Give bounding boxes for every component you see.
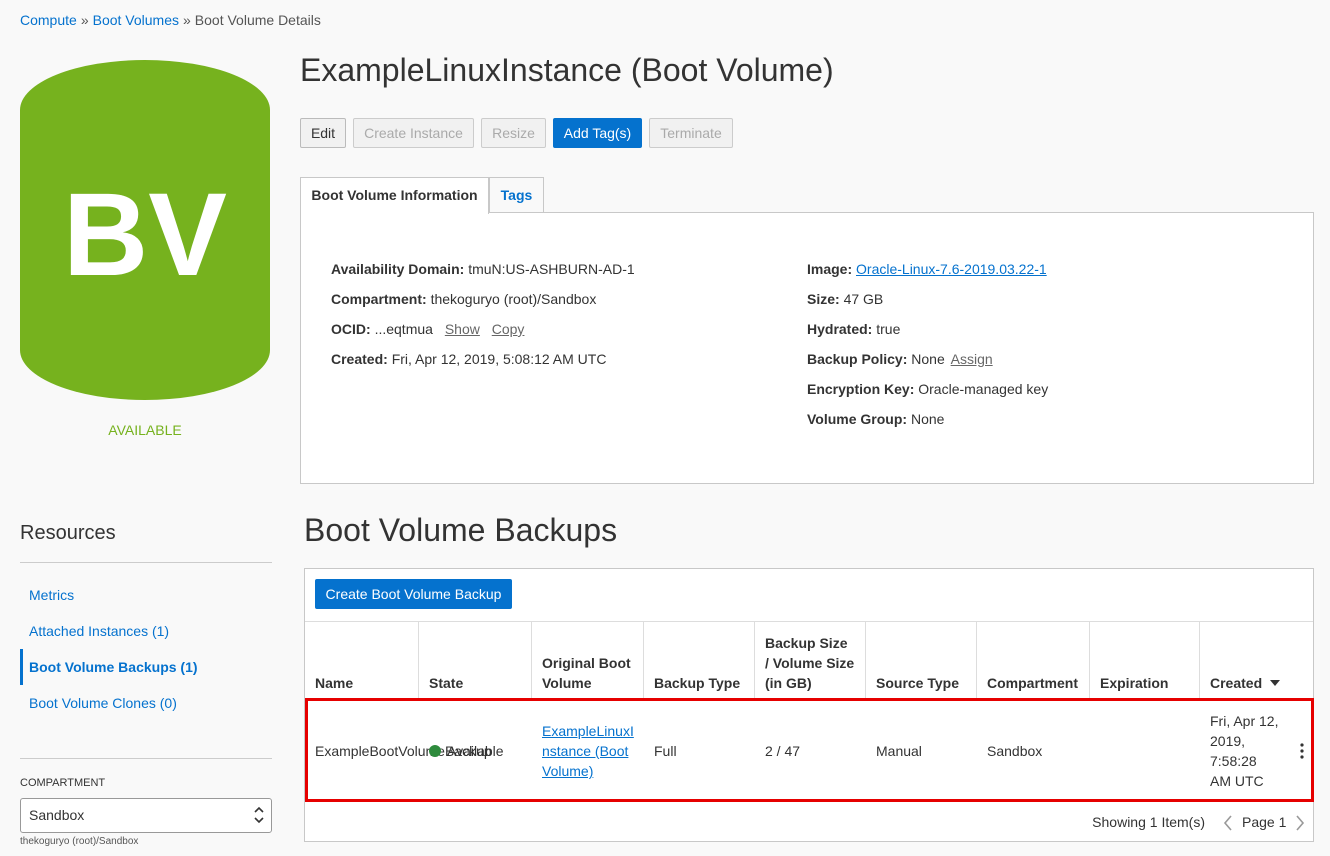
tab-tags[interactable]: Tags [489, 177, 544, 213]
sidebar-item-metrics[interactable]: Metrics [20, 577, 272, 613]
created-row: Created: Fri, Apr 12, 2019, 5:08:12 AM U… [331, 351, 606, 367]
column-header-original-boot-volume[interactable]: Original Boot Volume [532, 621, 644, 701]
backup-policy-value: None [911, 351, 945, 367]
column-header-compartment[interactable]: Compartment [977, 621, 1090, 701]
create-instance-button[interactable]: Create Instance [353, 118, 474, 148]
breadcrumb-separator: » [183, 12, 191, 28]
select-arrows-icon [254, 806, 264, 824]
resize-button[interactable]: Resize [481, 118, 546, 148]
availability-domain-value: tmuN:US-ASHBURN-AD-1 [468, 261, 635, 277]
column-header-backup-size[interactable]: Backup Size / Volume Size (in GB) [755, 621, 866, 701]
row-highlight [305, 698, 1314, 802]
boot-volume-info-panel: Availability Domain: tmuN:US-ASHBURN-AD-… [300, 212, 1314, 484]
hydrated-row: Hydrated: true [807, 321, 900, 337]
compartment-label: Compartment: [331, 291, 427, 307]
breadcrumb-separator: » [80, 12, 89, 28]
backup-policy-assign-link[interactable]: Assign [951, 351, 993, 367]
showing-count: Showing 1 Item(s) [1092, 814, 1205, 830]
create-boot-volume-backup-button[interactable]: Create Boot Volume Backup [315, 579, 512, 609]
backups-section-title: Boot Volume Backups [304, 512, 618, 548]
next-page-icon[interactable] [1295, 815, 1305, 831]
compartment-row: Compartment: thekoguryo (root)/Sandbox [331, 291, 596, 307]
boot-volume-icon-letters: BV [63, 169, 227, 301]
volume-group-value: None [910, 411, 945, 427]
sidebar-item-boot-volume-backups[interactable]: Boot Volume Backups (1) [20, 649, 272, 685]
breadcrumb-compute-link[interactable]: Compute [20, 12, 77, 28]
column-header-created[interactable]: Created [1200, 621, 1313, 701]
sort-descending-icon [1270, 680, 1281, 686]
encryption-key-row: Encryption Key: Oracle-managed key [807, 381, 1048, 397]
terminate-button[interactable]: Terminate [649, 118, 733, 148]
hydrated-label: Hydrated: [807, 321, 873, 337]
column-header-source-type[interactable]: Source Type [866, 621, 977, 701]
volume-group-row: Volume Group: None [807, 411, 944, 427]
compartment-value: thekoguryo (root)/Sandbox [430, 291, 597, 307]
size-value: 47 GB [843, 291, 884, 307]
sidebar-item-attached-instances[interactable]: Attached Instances (1) [20, 613, 272, 649]
ocid-copy-link[interactable]: Copy [492, 321, 525, 337]
column-header-backup-type[interactable]: Backup Type [644, 621, 755, 701]
availability-domain-label: Availability Domain: [331, 261, 465, 277]
ocid-row: OCID: ...eqtmua Show Copy [331, 321, 524, 337]
image-row: Image: Oracle-Linux-7.6-2019.03.22-1 [807, 261, 1047, 277]
size-row: Size: 47 GB [807, 291, 883, 307]
size-label: Size: [807, 291, 840, 307]
encryption-key-value: Oracle-managed key [918, 381, 1049, 397]
backup-policy-label: Backup Policy: [807, 351, 908, 367]
backup-policy-row: Backup Policy: None Assign [807, 351, 993, 367]
column-header-expiration[interactable]: Expiration [1090, 621, 1200, 701]
created-label: Created: [331, 351, 388, 367]
resources-title: Resources [20, 522, 116, 544]
compartment-select-value: Sandbox [29, 807, 85, 823]
breadcrumb-boot-volumes-link[interactable]: Boot Volumes [93, 12, 179, 28]
ocid-value: ...eqtmua [374, 321, 433, 337]
previous-page-icon[interactable] [1223, 815, 1233, 831]
compartment-divider [20, 758, 272, 759]
page-title: ExampleLinuxInstance (Boot Volume) [300, 52, 834, 88]
volume-group-label: Volume Group: [807, 411, 908, 427]
compartment-path: thekoguryo (root)/Sandbox [20, 836, 139, 847]
column-header-state[interactable]: State [419, 621, 532, 701]
compartment-select[interactable]: Sandbox [20, 798, 272, 833]
edit-button[interactable]: Edit [300, 118, 346, 148]
boot-volume-icon: BV [20, 60, 270, 400]
resources-divider [20, 562, 272, 563]
image-link[interactable]: Oracle-Linux-7.6-2019.03.22-1 [856, 261, 1047, 277]
tab-boot-volume-information[interactable]: Boot Volume Information [300, 177, 489, 214]
image-label: Image: [807, 261, 853, 277]
ocid-label: OCID: [331, 321, 371, 337]
add-tags-button[interactable]: Add Tag(s) [553, 118, 642, 148]
compartment-picker-label: COMPARTMENT [20, 777, 106, 789]
breadcrumb: Compute» Boot Volumes» Boot Volume Details [20, 12, 321, 28]
breadcrumb-current: Boot Volume Details [194, 12, 321, 28]
sidebar-item-boot-volume-clones[interactable]: Boot Volume Clones (0) [20, 685, 272, 721]
lifecycle-status: AVAILABLE [108, 422, 182, 438]
ocid-show-link[interactable]: Show [445, 321, 480, 337]
page-indicator: Page 1 [1242, 814, 1287, 830]
availability-domain-row: Availability Domain: tmuN:US-ASHBURN-AD-… [331, 261, 635, 277]
hydrated-value: true [876, 321, 901, 337]
encryption-key-label: Encryption Key: [807, 381, 915, 397]
column-header-name[interactable]: Name [305, 621, 419, 701]
created-value: Fri, Apr 12, 2019, 5:08:12 AM UTC [391, 351, 607, 367]
